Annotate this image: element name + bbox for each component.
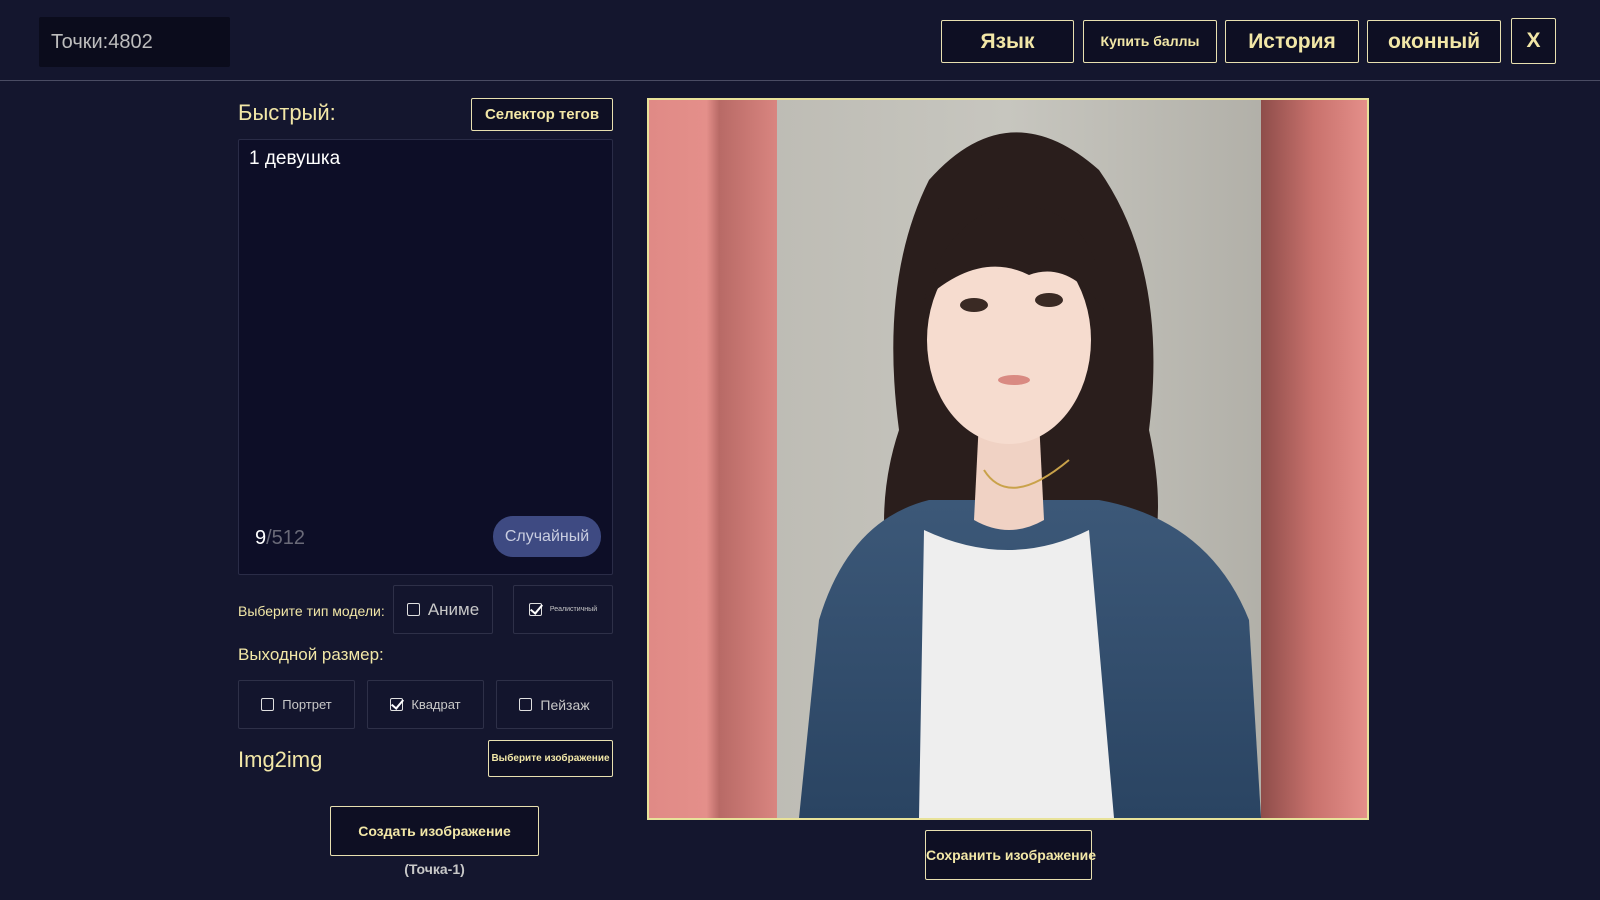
size-option-square[interactable]: Квадрат: [367, 680, 484, 729]
prompt-textarea[interactable]: 1 девушка 9/512 Случайный: [238, 139, 613, 575]
char-counter: 9/512: [255, 527, 305, 550]
img2img-label: Img2img: [238, 747, 323, 772]
checkbox-icon[interactable]: [406, 603, 420, 616]
buy-points-button[interactable]: Купить баллы: [1083, 20, 1217, 63]
points-display: Точки:4802: [39, 17, 230, 67]
model-option-label: Аниме: [427, 599, 480, 619]
checkbox-icon[interactable]: [261, 698, 275, 711]
model-option-realistic[interactable]: Реалистичный: [513, 585, 613, 634]
create-image-button[interactable]: Создать изображение: [330, 806, 539, 856]
size-option-portrait[interactable]: Портрет: [238, 680, 355, 729]
prompt-text[interactable]: 1 девушка: [249, 148, 340, 170]
char-count: 9: [255, 527, 267, 549]
cost-note: (Точка-1): [404, 861, 465, 877]
checkbox-icon[interactable]: [519, 698, 533, 711]
tag-selector-button[interactable]: Селектор тегов: [471, 98, 613, 131]
checkbox-checked-icon[interactable]: [528, 603, 542, 616]
top-bar: Точки:4802 Язык Купить баллы История око…: [0, 0, 1600, 81]
char-limit: /512: [266, 527, 306, 549]
random-button[interactable]: Случайный: [493, 516, 601, 557]
size-option-label: Портрет: [282, 697, 332, 712]
output-size-label: Выходной размер:: [238, 645, 384, 664]
model-type-label: Выберите тип модели:: [238, 603, 385, 619]
save-image-button[interactable]: Сохранить изображение: [925, 830, 1096, 880]
prompt-title: Быстрый:: [238, 100, 336, 125]
size-option-landscape[interactable]: Пейзаж: [496, 680, 613, 729]
close-button[interactable]: X: [1511, 18, 1556, 64]
history-button[interactable]: История: [1225, 20, 1359, 63]
windowed-button[interactable]: оконный: [1367, 20, 1501, 63]
generated-image-illustration: [649, 100, 1367, 818]
model-option-anime[interactable]: Аниме: [393, 585, 493, 634]
language-button[interactable]: Язык: [941, 20, 1074, 63]
checkbox-checked-icon[interactable]: [390, 698, 404, 711]
model-option-label: Реалистичный: [549, 606, 598, 613]
size-option-label: Пейзаж: [540, 696, 590, 713]
size-option-label: Квадрат: [411, 697, 461, 712]
select-image-button[interactable]: Выберите изображение: [488, 740, 613, 777]
generated-image: [647, 98, 1369, 820]
